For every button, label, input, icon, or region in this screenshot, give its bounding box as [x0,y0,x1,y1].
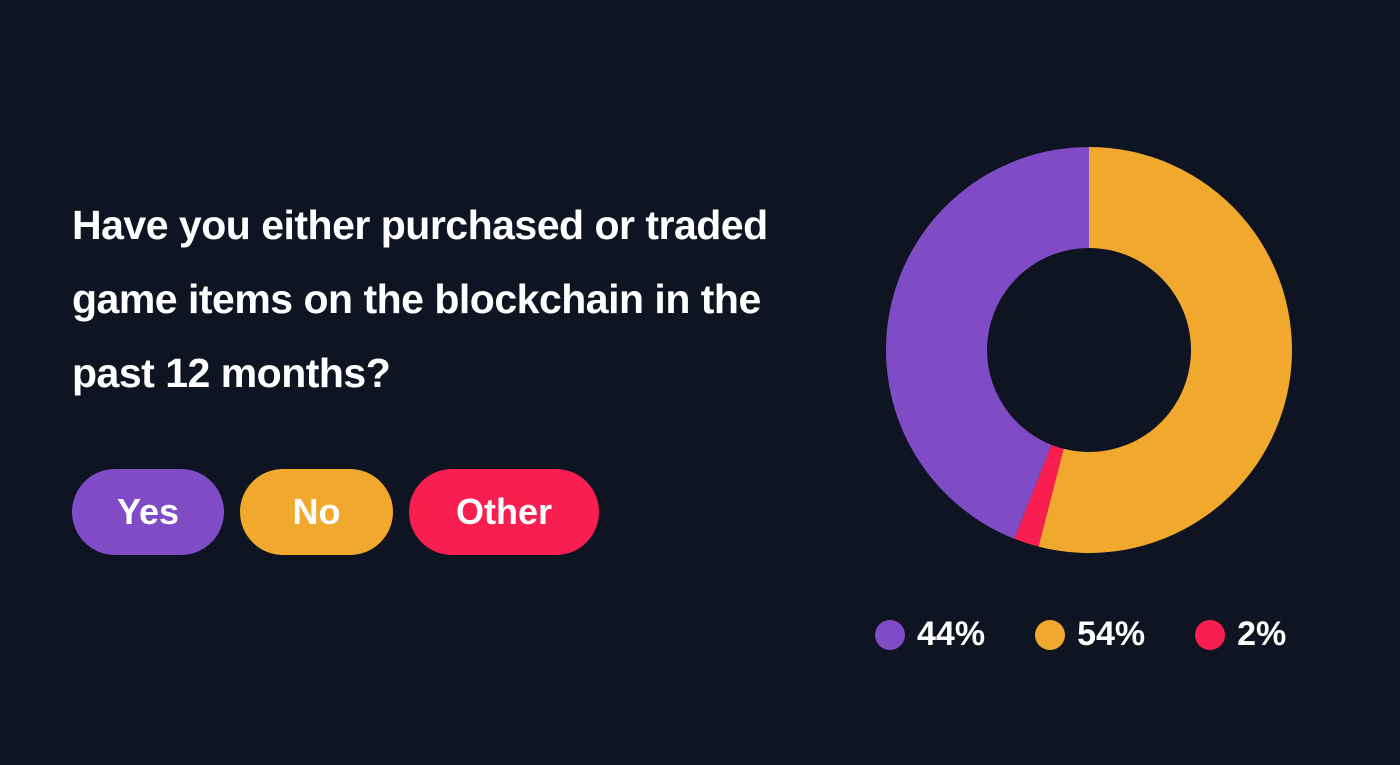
legend-value-other: 2% [1237,615,1287,653]
legend-dot-no [1035,619,1066,650]
option-yes-button[interactable]: Yes [72,469,224,555]
chart-legend: 44% 54% 2% [875,615,1286,654]
option-other-button[interactable]: Other [409,469,599,555]
legend-item-yes: 44% [875,615,985,654]
answer-options: Yes No Other [72,469,599,555]
legend-item-other: 2% [1195,615,1286,654]
legend-dot-other [1195,619,1226,650]
survey-question: Have you either purchased or traded game… [72,202,768,396]
option-no-button[interactable]: No [240,469,393,555]
legend-value-yes: 44% [917,615,986,653]
legend-dot-yes [875,619,905,650]
legend-value-no: 54% [1077,615,1146,653]
donut-chart [886,147,1292,553]
legend-item-no: 54% [1035,615,1145,654]
